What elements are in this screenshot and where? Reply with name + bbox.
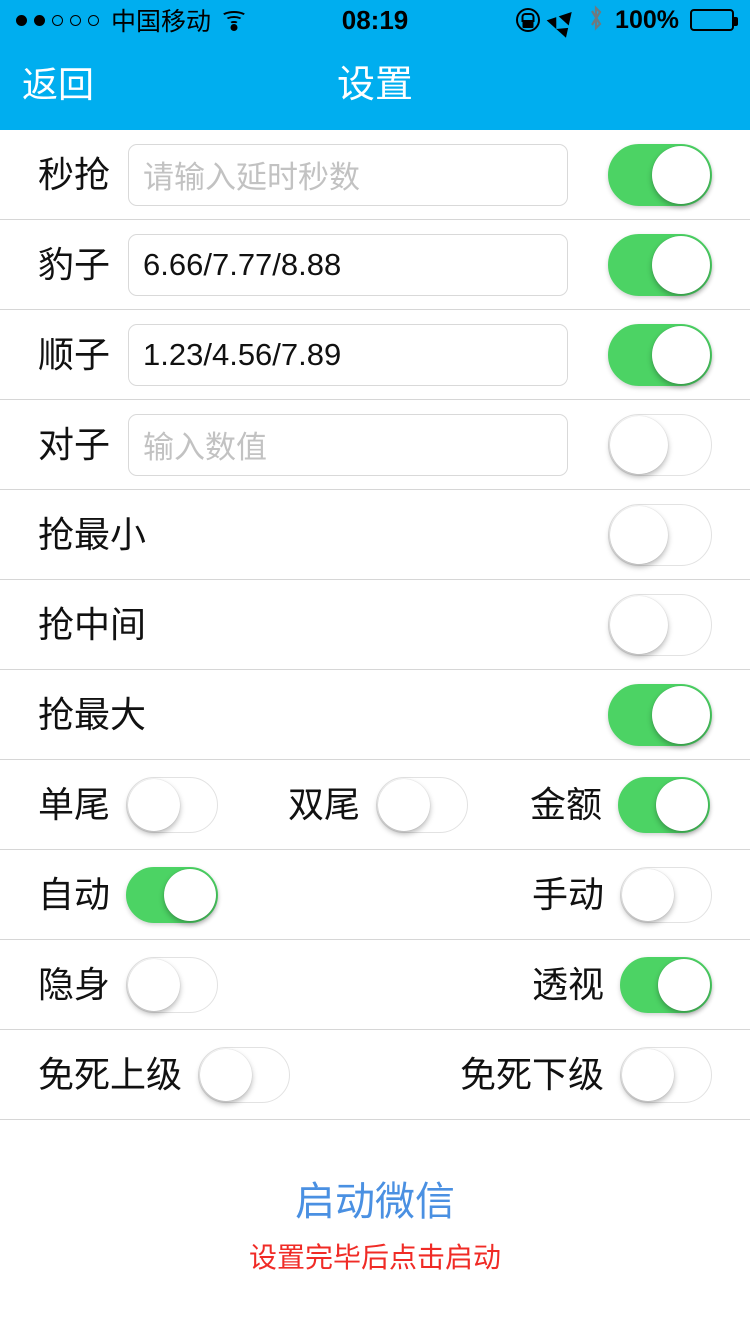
shunzi-value-input[interactable]: 1.23/4.56/7.89	[128, 323, 569, 386]
settings-row-shunzi: 顺子 1.23/4.56/7.89	[0, 310, 750, 400]
settings-row-baozi: 豹子 6.66/7.77/8.88	[0, 220, 750, 310]
navigation-bar: 返回 设置	[0, 40, 750, 130]
cell-mianxi-shangji: 免死上级	[38, 1046, 291, 1103]
footer: 启动微信 设置完毕后点击启动	[0, 1120, 750, 1272]
signal-dot-1	[16, 14, 27, 26]
cell-label: 单尾	[38, 783, 111, 825]
settings-row-tails: 单尾 双尾 金额	[0, 760, 750, 850]
cell-shuangwei: 双尾	[288, 776, 469, 833]
signal-dot-5	[88, 14, 99, 26]
cell-danwei: 单尾	[38, 776, 219, 833]
toggle-danwei[interactable]	[126, 776, 219, 833]
row-label: 抢中间	[38, 603, 147, 645]
settings-row-qiang-zuixiao: 抢最小	[0, 490, 750, 580]
status-bar-right: 100%	[516, 2, 738, 38]
row-label: 对子	[38, 423, 111, 465]
settings-row-duizi: 对子 输入数值	[0, 400, 750, 490]
signal-dot-3	[52, 14, 63, 26]
delay-seconds-input[interactable]: 请输入延时秒数	[128, 143, 569, 206]
cell-label: 免死上级	[38, 1053, 183, 1095]
toggle-qiang-zuixiao[interactable]	[608, 503, 712, 566]
toggle-shoudong[interactable]	[620, 866, 712, 923]
toggle-shunzi[interactable]	[608, 323, 712, 386]
row-label: 秒抢	[38, 153, 111, 195]
location-arrow-icon	[546, 2, 582, 38]
settings-row-miaoqiang: 秒抢 请输入延时秒数	[0, 130, 750, 220]
page-title: 设置	[336, 64, 413, 106]
row-label: 顺子	[38, 333, 111, 375]
row-label: 豹子	[38, 243, 111, 285]
battery-full-icon	[690, 9, 738, 31]
toggle-qiang-zhongjian[interactable]	[608, 593, 712, 656]
cell-mianxi-xiaji: 免死下级	[459, 1046, 712, 1103]
settings-row-qiang-zuida: 抢最大	[0, 670, 750, 760]
battery-percent-label: 100%	[615, 5, 679, 34]
cell-label: 透视	[531, 963, 604, 1005]
wifi-icon	[220, 10, 248, 31]
bluetooth-icon	[588, 4, 604, 36]
cell-label: 双尾	[288, 783, 361, 825]
cell-jine: 金额	[530, 776, 711, 833]
duizi-value-input[interactable]: 输入数值	[128, 413, 569, 476]
toggle-duizi[interactable]	[608, 413, 712, 476]
cell-toushi: 透视	[531, 956, 712, 1013]
row-label: 抢最大	[38, 693, 147, 735]
toggle-toushi[interactable]	[620, 956, 712, 1013]
toggle-mianxi-shangji[interactable]	[198, 1046, 291, 1103]
toggle-miaoqiang[interactable]	[608, 143, 712, 206]
cell-label: 金额	[530, 783, 603, 825]
settings-row-mode: 自动 手动	[0, 850, 750, 940]
signal-strength-dots	[16, 14, 99, 26]
cell-label: 免死下级	[459, 1053, 604, 1095]
toggle-zidong[interactable]	[126, 866, 219, 923]
launch-wechat-button[interactable]: 启动微信	[295, 1182, 455, 1222]
cell-label: 手动	[531, 873, 604, 915]
cell-zidong: 自动	[38, 866, 219, 923]
cell-shoudong: 手动	[531, 866, 712, 923]
rotation-lock-icon	[516, 8, 541, 32]
toggle-qiang-zuida[interactable]	[608, 683, 712, 746]
launch-hint-text: 设置完毕后点击启动	[248, 1242, 501, 1273]
toggle-jine[interactable]	[618, 776, 711, 833]
toggle-shuangwei[interactable]	[376, 776, 469, 833]
cell-label: 自动	[38, 873, 111, 915]
baozi-value-input[interactable]: 6.66/7.77/8.88	[128, 233, 569, 296]
row-label: 抢最小	[38, 513, 147, 555]
toggle-yinshen[interactable]	[126, 956, 219, 1013]
settings-list: 秒抢 请输入延时秒数 豹子 6.66/7.77/8.88 顺子 1.23/4.5…	[0, 130, 750, 1120]
carrier-label: 中国移动	[111, 8, 212, 36]
status-bar: 中国移动 08:19 100%	[0, 0, 750, 40]
toggle-baozi[interactable]	[608, 233, 712, 296]
toggle-mianxi-xiaji[interactable]	[620, 1046, 712, 1103]
cell-label: 隐身	[38, 963, 111, 1005]
signal-dot-2	[34, 14, 45, 26]
status-bar-left: 中国移动	[16, 2, 248, 38]
app-root: 中国移动 08:19 100% 返回 设置 秒抢 请输入延时秒数 豹子 6.66…	[0, 0, 750, 1334]
cell-yinshen: 隐身	[38, 956, 219, 1013]
settings-row-qiang-zhongjian: 抢中间	[0, 580, 750, 670]
signal-dot-4	[70, 14, 81, 26]
settings-row-immunity: 免死上级 免死下级	[0, 1030, 750, 1120]
settings-row-visibility: 隐身 透视	[0, 940, 750, 1030]
